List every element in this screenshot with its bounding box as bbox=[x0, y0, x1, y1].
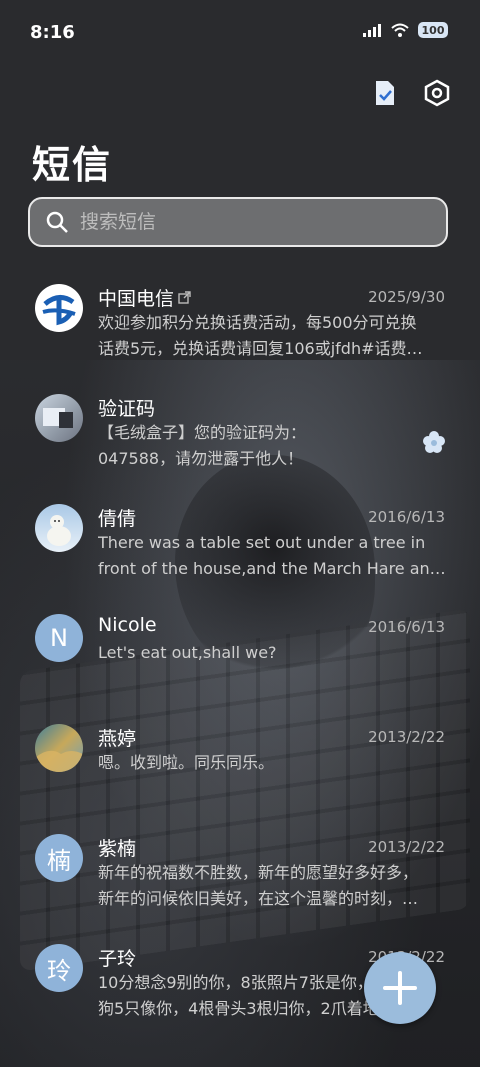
document-check-icon bbox=[376, 81, 394, 105]
signal-icon bbox=[363, 24, 381, 37]
photo-avatar-icon bbox=[43, 408, 73, 428]
conversation-date: 2013/2/22 bbox=[368, 838, 445, 856]
conversation-list: 中国电信 2025/9/30 欢迎参加积分兑换话费活动，每500分可兑换 话费5… bbox=[0, 268, 480, 1038]
new-message-button[interactable] bbox=[364, 952, 436, 1024]
avatar-landscape bbox=[35, 724, 83, 772]
flower-badge-icon bbox=[423, 431, 445, 453]
preview-line: 新年的祝福数不胜数，新年的愿望好多好多， bbox=[98, 863, 419, 882]
conversation-date: 2016/6/13 bbox=[368, 508, 445, 526]
preview-line: front of the house,and the March Hare an… bbox=[98, 559, 446, 578]
conversation-row[interactable]: 中国电信 2025/9/30 欢迎参加积分兑换话费活动，每500分可兑换 话费5… bbox=[0, 268, 480, 378]
mark-read-button[interactable] bbox=[370, 78, 400, 108]
landscape-photo-icon bbox=[35, 750, 83, 772]
status-time: 8:16 bbox=[30, 22, 75, 43]
settings-button[interactable] bbox=[422, 78, 452, 108]
avatar-photo bbox=[35, 394, 83, 442]
conversation-row[interactable]: N Nicole 2016/6/13 Let's eat out,shall w… bbox=[0, 598, 480, 708]
search-input[interactable] bbox=[78, 210, 402, 234]
avatar-china-telecom bbox=[35, 284, 83, 332]
conversation-preview: 【毛绒盒子】您的验证码为： 047588，请勿泄露于他人！ bbox=[98, 420, 448, 472]
preview-line: Let's eat out,shall we? bbox=[98, 643, 277, 662]
china-telecom-logo-icon bbox=[38, 287, 80, 329]
conversation-preview: There was a table set out under a tree i… bbox=[98, 530, 448, 582]
battery-icon: 100 bbox=[418, 22, 448, 38]
search-icon bbox=[46, 211, 68, 233]
preview-line: 嗯。收到啦。同乐同乐。 bbox=[98, 753, 275, 772]
conversation-date: 2025/9/30 bbox=[368, 288, 445, 306]
conversation-row[interactable]: 燕婷 2013/2/22 嗯。收到啦。同乐同乐。 bbox=[0, 708, 480, 818]
conversation-name: 倩倩 bbox=[98, 508, 137, 530]
conversation-preview: 欢迎参加积分兑换话费活动，每500分可兑换 话费5元，兑换话费请回复106或jf… bbox=[98, 310, 448, 362]
conversation-preview: 新年的祝福数不胜数，新年的愿望好多好多， 新年的问候依旧美好，在这个温馨的时刻，… bbox=[98, 860, 448, 912]
top-actions bbox=[370, 78, 452, 108]
preview-line: 话费5元，兑换话费请回复106或jfdh#话费… bbox=[98, 339, 423, 358]
conversation-name: 燕婷 bbox=[98, 728, 137, 750]
conversation-row[interactable]: 验证码 【毛绒盒子】您的验证码为： 047588，请勿泄露于他人！ bbox=[0, 378, 480, 488]
status-icons: 100 bbox=[362, 22, 448, 38]
conversation-name: 验证码 bbox=[98, 398, 156, 420]
wifi-icon bbox=[391, 23, 409, 37]
avatar-polar-bear bbox=[35, 504, 83, 552]
preview-line: 新年的问候依旧美好，在这个温馨的时刻，… bbox=[98, 889, 419, 908]
conversation-row[interactable]: 楠 紫楠 2013/2/22 新年的祝福数不胜数，新年的愿望好多好多， 新年的问… bbox=[0, 818, 480, 928]
conversation-date: 2013/2/22 bbox=[368, 728, 445, 746]
external-link-icon bbox=[178, 291, 191, 304]
avatar-letter: 玲 bbox=[35, 944, 83, 992]
page-title: 短信 bbox=[32, 143, 113, 187]
conversation-name: 中国电信 bbox=[98, 284, 191, 311]
avatar-letter: N bbox=[35, 614, 83, 662]
conversation-preview: Let's eat out,shall we? bbox=[98, 640, 448, 666]
preview-line: There was a table set out under a tree i… bbox=[98, 533, 426, 552]
conversation-name: Nicole bbox=[98, 614, 157, 636]
conversation-name: 子玲 bbox=[98, 948, 137, 970]
conversation-row[interactable]: 倩倩 2016/6/13 There was a table set out u… bbox=[0, 488, 480, 598]
preview-line: 047588，请勿泄露于他人！ bbox=[98, 449, 304, 468]
avatar-letter: 楠 bbox=[35, 834, 83, 882]
settings-hexagon-icon bbox=[424, 79, 450, 107]
preview-line: 【毛绒盒子】您的验证码为： bbox=[98, 423, 307, 442]
conversation-preview: 嗯。收到啦。同乐同乐。 bbox=[98, 750, 448, 776]
preview-line: 欢迎参加积分兑换话费活动，每500分可兑换 bbox=[98, 313, 417, 332]
polar-bear-icon bbox=[47, 515, 71, 546]
status-bar: 8:16 100 bbox=[0, 0, 480, 66]
conversation-date: 2016/6/13 bbox=[368, 618, 445, 636]
conversation-name: 紫楠 bbox=[98, 838, 137, 860]
search-bar[interactable] bbox=[28, 197, 448, 247]
plus-icon bbox=[383, 971, 417, 1005]
